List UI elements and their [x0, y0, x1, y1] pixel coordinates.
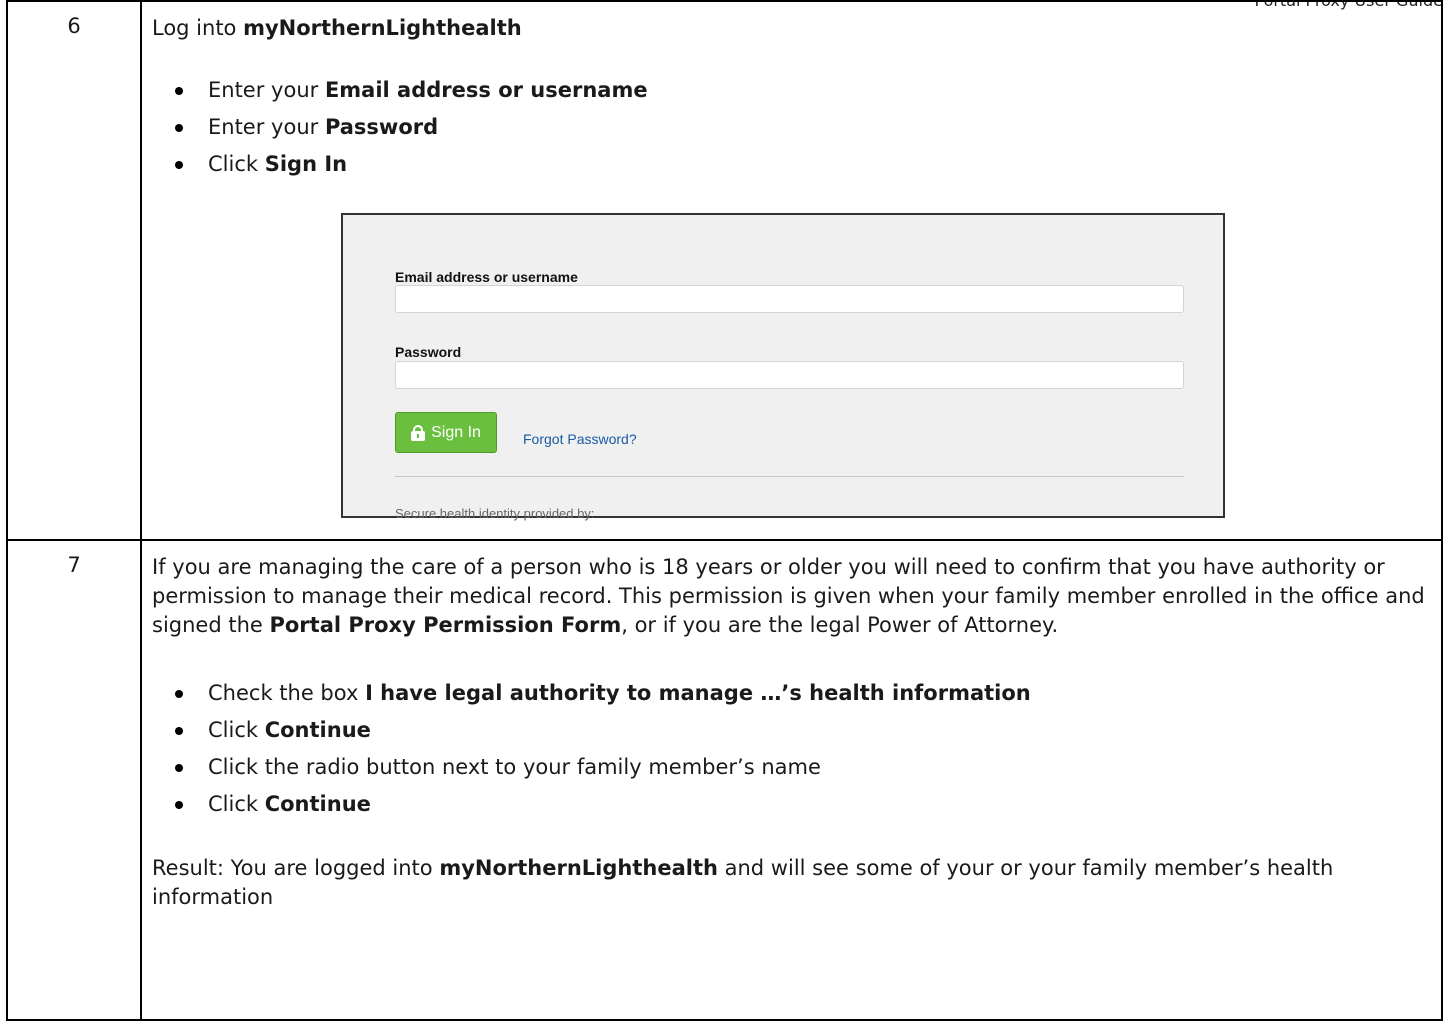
- bullet-bold: Continue: [264, 792, 371, 816]
- bullet-bold: Sign In: [264, 152, 348, 176]
- list-item: Click Continue: [175, 712, 1431, 749]
- bullet-text: Click: [208, 792, 265, 816]
- bullet-text: Click: [208, 718, 265, 742]
- login-screenshot: Email address or username Password Sign …: [341, 213, 1225, 521]
- sign-in-label: Sign In: [431, 424, 481, 441]
- intro-text: Log into: [152, 16, 244, 40]
- bullet-bold: Continue: [264, 718, 371, 742]
- portal-name: myNorthernLighthealth: [439, 856, 718, 880]
- list-item: Enter your Password: [175, 109, 1431, 146]
- step-content: Log into myNorthernLighthealth Enter you…: [140, 0, 1443, 541]
- step-bullets: Enter your Email address or username Ent…: [152, 72, 1431, 183]
- sign-in-button[interactable]: Sign In: [395, 412, 497, 453]
- portal-name: myNorthernLighthealth: [243, 16, 522, 40]
- lock-icon: [411, 424, 426, 441]
- step-paragraph: If you are managing the care of a person…: [152, 553, 1431, 640]
- bullet-text: Enter your: [208, 115, 325, 139]
- step-number: 7: [6, 539, 142, 1021]
- step-number: 6: [6, 0, 142, 541]
- email-field[interactable]: [395, 285, 1184, 313]
- list-item: Click Continue: [175, 786, 1431, 823]
- step-intro: Log into myNorthernLighthealth: [152, 14, 1431, 43]
- list-item: Check the box I have legal authority to …: [175, 675, 1431, 712]
- bullet-text: Click: [208, 152, 265, 176]
- bullet-text: Enter your: [208, 78, 325, 102]
- password-field[interactable]: [395, 361, 1184, 389]
- paragraph-text: , or if you are the legal Power of Attor…: [621, 613, 1059, 637]
- list-item: Enter your Email address or username: [175, 72, 1431, 109]
- divider: [395, 476, 1184, 477]
- secure-identity-text: Secure health identity provided by:: [395, 506, 595, 521]
- forgot-password-link[interactable]: Forgot Password?: [523, 425, 637, 454]
- step-row: 6 Log into myNorthernLighthealth Enter y…: [6, 0, 1443, 541]
- form-name: Portal Proxy Permission Form: [269, 613, 622, 637]
- bullet-bold: Password: [324, 115, 439, 139]
- instructions-table: 6 Log into myNorthernLighthealth Enter y…: [6, 0, 1443, 1021]
- list-item: Click the radio button next to your fami…: [175, 749, 1431, 786]
- result-text: Result: You are logged into: [152, 856, 440, 880]
- bullet-text: Check the box: [208, 681, 366, 705]
- step-result: Result: You are logged into myNorthernLi…: [152, 854, 1431, 912]
- step-bullets: Check the box I have legal authority to …: [152, 675, 1431, 823]
- list-item: Click Sign In: [175, 146, 1431, 183]
- bullet-bold: I have legal authority to manage …’s hea…: [365, 681, 1031, 705]
- bullet-bold: Email address or username: [324, 78, 648, 102]
- step-content: If you are managing the care of a person…: [140, 539, 1443, 1021]
- step-row: 7 If you are managing the care of a pers…: [6, 539, 1443, 1021]
- bullet-text: Click the radio button next to your fami…: [208, 755, 821, 779]
